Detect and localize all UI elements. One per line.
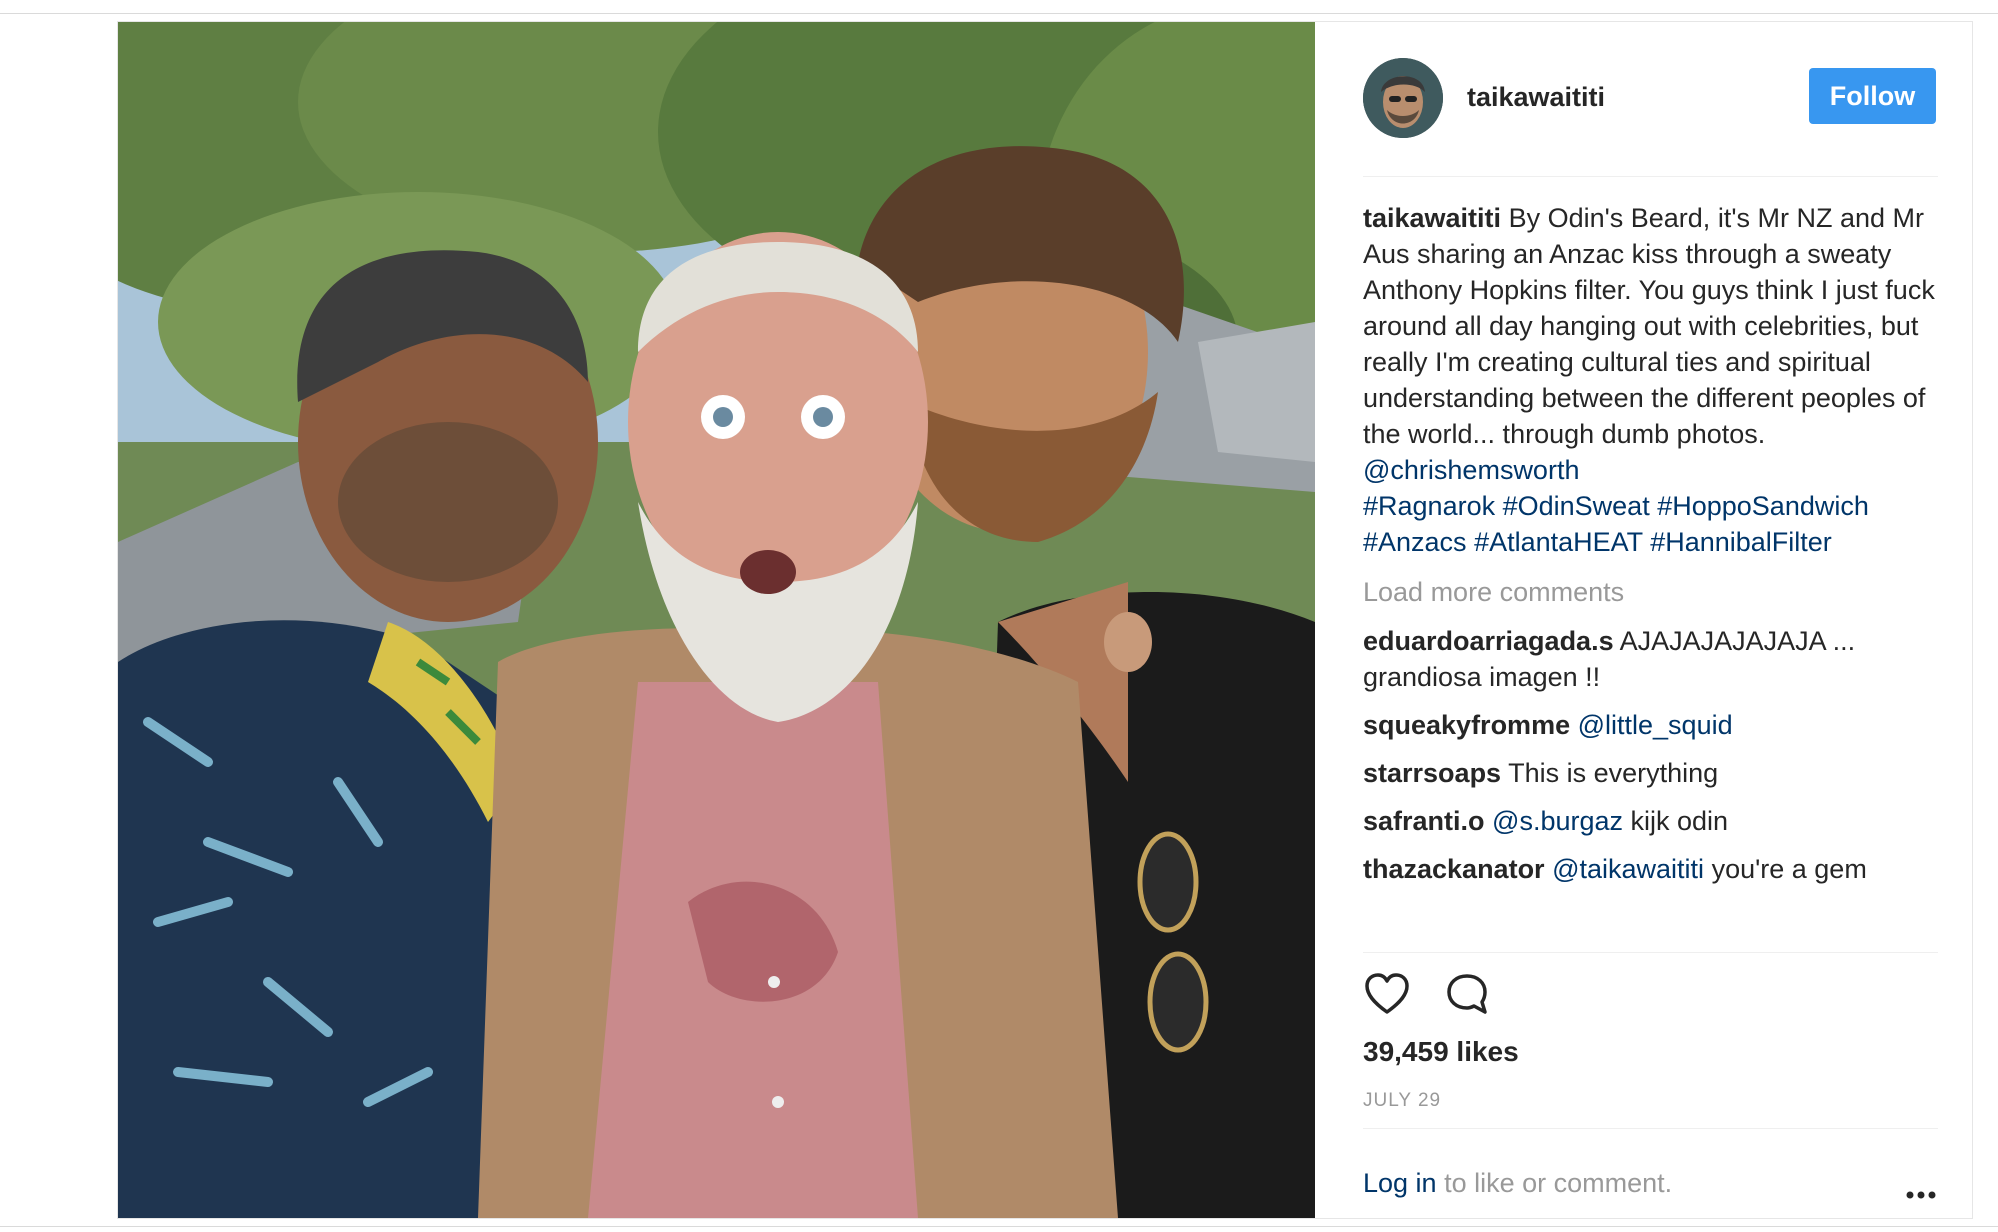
hashtag-hopposandwich[interactable]: #HoppoSandwich — [1657, 491, 1869, 521]
comment-item: safranti.o @s.burgaz kijk odin — [1363, 803, 1938, 839]
comment-item: thazackanator @taikawaititi you're a gem — [1363, 851, 1938, 887]
comment-text: you're a gem — [1711, 854, 1867, 884]
hashtag-ragnarok[interactable]: #Ragnarok — [1363, 491, 1495, 521]
comment-mention[interactable]: @taikawaititi — [1552, 854, 1704, 884]
comment-text: kijk odin — [1630, 806, 1729, 836]
likes-count[interactable]: 39,459 likes — [1363, 1036, 1519, 1068]
comment-username[interactable]: starrsoaps — [1363, 758, 1501, 788]
comment-username[interactable]: thazackanator — [1363, 854, 1545, 884]
login-link[interactable]: Log in — [1363, 1168, 1437, 1198]
profile-avatar[interactable] — [1363, 58, 1443, 138]
post-photo[interactable] — [118, 22, 1315, 1218]
comment-item: eduardoarriagada.s AJAJAJAJAJAJA ... gra… — [1363, 623, 1938, 695]
comment-bubble-icon[interactable] — [1443, 970, 1491, 1018]
comment-username[interactable]: safranti.o — [1363, 806, 1485, 836]
post-caption: taikawaititi By Odin's Beard, it's Mr NZ… — [1363, 200, 1938, 560]
load-more-comments-link[interactable]: Load more comments — [1363, 574, 1938, 610]
comment-item: starrsoaps This is everything — [1363, 755, 1938, 791]
post-side-panel: taikawaititi Follow taikawaititi By Odin… — [1363, 22, 1938, 1218]
comment-item: squeakyfromme @little_squid — [1363, 707, 1938, 743]
window-bottom-divider — [0, 1226, 1998, 1227]
hashtag-atlantaheat[interactable]: #AtlantaHEAT — [1474, 527, 1643, 557]
hashtag-hannibalfilter[interactable]: #HannibalFilter — [1650, 527, 1832, 557]
login-prompt: Log in to like or comment. — [1363, 1168, 1938, 1199]
comment-mention[interactable]: @s.burgaz — [1492, 806, 1623, 836]
comments-section: taikawaititi By Odin's Beard, it's Mr NZ… — [1363, 200, 1938, 887]
post-header: taikawaititi Follow — [1363, 58, 1938, 138]
comment-text: This is everything — [1508, 758, 1719, 788]
hashtag-anzacs[interactable]: #Anzacs — [1363, 527, 1467, 557]
post-username[interactable]: taikawaititi — [1467, 82, 1605, 113]
window-top-divider — [0, 13, 1998, 14]
caption-mention[interactable]: @chrishemsworth — [1363, 455, 1579, 485]
comment-username[interactable]: squeakyfromme — [1363, 710, 1570, 740]
comment-username[interactable]: eduardoarriagada.s — [1363, 626, 1614, 656]
hashtag-odinsweat[interactable]: #OdinSweat — [1503, 491, 1650, 521]
more-options-icon[interactable] — [1906, 1176, 1936, 1199]
follow-button[interactable]: Follow — [1809, 68, 1936, 124]
instagram-post: taikawaititi Follow taikawaititi By Odin… — [117, 21, 1973, 1219]
heart-icon[interactable] — [1363, 970, 1411, 1018]
actions-divider — [1363, 952, 1938, 953]
header-divider — [1363, 176, 1938, 177]
post-date: JULY 29 — [1363, 1090, 1442, 1111]
post-actions — [1363, 970, 1938, 1018]
comment-mention[interactable]: @little_squid — [1578, 710, 1733, 740]
login-suffix: to like or comment. — [1444, 1168, 1673, 1198]
login-divider — [1363, 1128, 1938, 1129]
caption-text: By Odin's Beard, it's Mr NZ and Mr Aus s… — [1363, 203, 1935, 449]
caption-username[interactable]: taikawaititi — [1363, 203, 1501, 233]
